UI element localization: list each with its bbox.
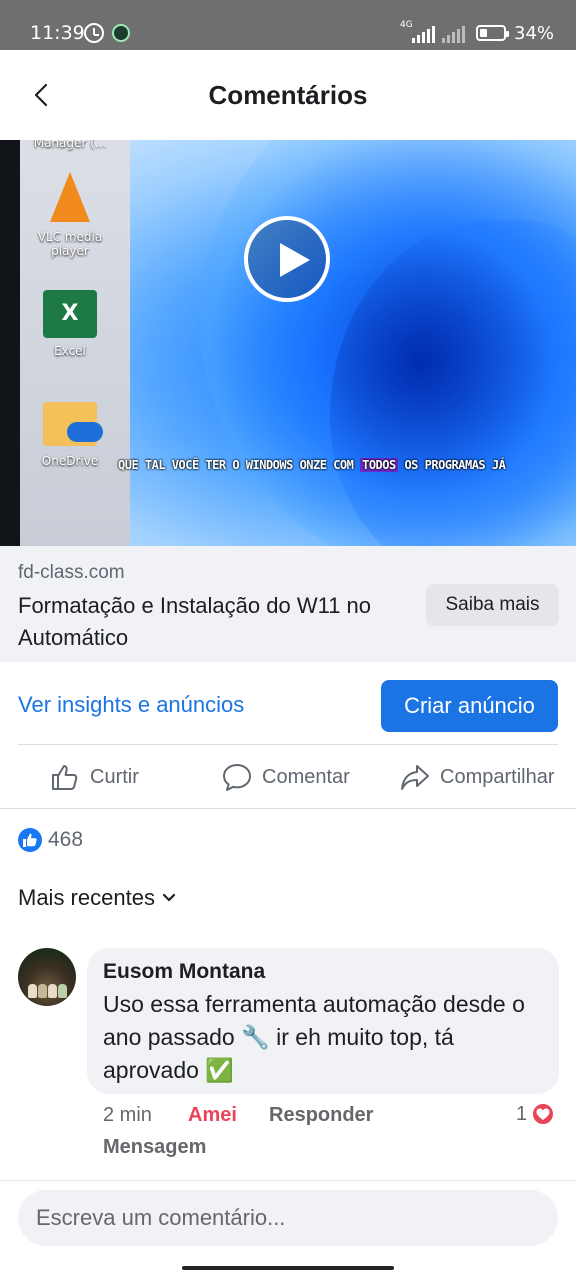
link-preview[interactable]: fd-class.com Formatação e Instalação do … — [0, 546, 576, 662]
like-button[interactable]: Curtir — [50, 746, 139, 808]
heart-icon — [531, 1102, 556, 1126]
onedrive-icon — [43, 402, 103, 446]
share-icon — [401, 765, 429, 790]
caption-text-end: OS PROGRAMAS JÁ — [397, 458, 506, 472]
vlc-icon — [50, 172, 90, 222]
caption-highlight: TODOS — [360, 458, 398, 472]
battery-percent: 34% — [514, 23, 555, 44]
desktop-icon-label: Manager (... — [33, 140, 107, 150]
comment-label: Comentar — [262, 765, 350, 788]
play-icon[interactable] — [244, 216, 330, 302]
share-button[interactable]: Compartilhar — [400, 746, 554, 808]
vpn-icon — [112, 24, 130, 42]
like-reaction-icon — [18, 828, 42, 852]
desktop-icon-manager: Manager (... — [30, 140, 110, 150]
comment-reaction-count[interactable]: 1 — [516, 1102, 556, 1126]
divider — [18, 744, 558, 745]
monitor-bezel — [0, 140, 20, 546]
sort-dropdown[interactable]: Mais recentes — [18, 885, 177, 911]
desktop-icon-label: OneDrive — [41, 454, 99, 468]
caption-text: QUE TAL VOCÊ TER O WINDOWS ONZE COM — [118, 458, 361, 472]
like-label: Curtir — [90, 765, 139, 788]
network-type: 4G — [400, 20, 413, 30]
divider — [0, 808, 576, 809]
status-time: 11:39 — [30, 22, 85, 44]
share-label: Compartilhar — [440, 765, 555, 788]
comment-reaction-number: 1 — [516, 1102, 528, 1125]
react-button[interactable]: Amei — [188, 1104, 237, 1127]
comment-text: Uso essa ferramenta automação desde o an… — [103, 991, 525, 1083]
comment-input[interactable] — [18, 1190, 558, 1246]
learn-more-button[interactable]: Saiba mais — [426, 584, 559, 626]
insights-link[interactable]: Ver insights e anúncios — [18, 692, 244, 718]
desktop-icon-onedrive: OneDrive — [30, 402, 110, 468]
video-caption: QUE TAL VOCÊ TER O WINDOWS ONZE COM TODO… — [118, 458, 506, 472]
desktop-icon-excel: X Excel — [30, 290, 110, 358]
battery-icon — [476, 25, 509, 41]
comment-icon — [223, 764, 251, 791]
comment-time: 2 min — [103, 1104, 152, 1126]
home-indicator[interactable] — [182, 1266, 394, 1270]
signal-icon-secondary — [442, 25, 465, 43]
post-actions: Curtir Comentar Compartilhar — [0, 746, 576, 808]
reaction-summary[interactable]: 468 — [18, 828, 83, 852]
thumbs-up-icon — [52, 765, 78, 790]
chevron-down-icon — [162, 893, 176, 902]
comment-button[interactable]: Comentar — [222, 746, 350, 808]
desktop-icon-label: Excel — [54, 344, 86, 358]
excel-icon: X — [43, 290, 97, 338]
video-player[interactable]: Manager (... VLC media player X Excel On… — [0, 140, 576, 546]
reaction-count: 468 — [48, 828, 84, 851]
status-bar: 11:39 4G 34% — [0, 0, 576, 50]
desktop-icon-vlc: VLC media player — [30, 172, 110, 258]
signal-icon — [412, 25, 435, 43]
divider — [0, 1180, 576, 1181]
reply-button[interactable]: Responder — [269, 1104, 373, 1127]
create-ad-button[interactable]: Criar anúncio — [381, 680, 558, 732]
comment-author[interactable]: Eusom Montana — [103, 960, 265, 984]
alarm-icon — [84, 23, 104, 43]
app-header: Comentários — [0, 50, 576, 140]
page-title: Comentários — [208, 80, 368, 110]
link-headline: Formatação e Instalação do W11 no Automá… — [18, 593, 372, 650]
link-domain: fd-class.com — [18, 562, 125, 583]
comment-bubble[interactable]: Eusom Montana Uso essa ferramenta automa… — [87, 948, 559, 1094]
avatar[interactable] — [18, 948, 76, 1006]
message-button[interactable]: Mensagem — [103, 1136, 206, 1159]
sort-label: Mais recentes — [18, 885, 155, 910]
desktop-icon-label: VLC media player — [37, 230, 103, 258]
